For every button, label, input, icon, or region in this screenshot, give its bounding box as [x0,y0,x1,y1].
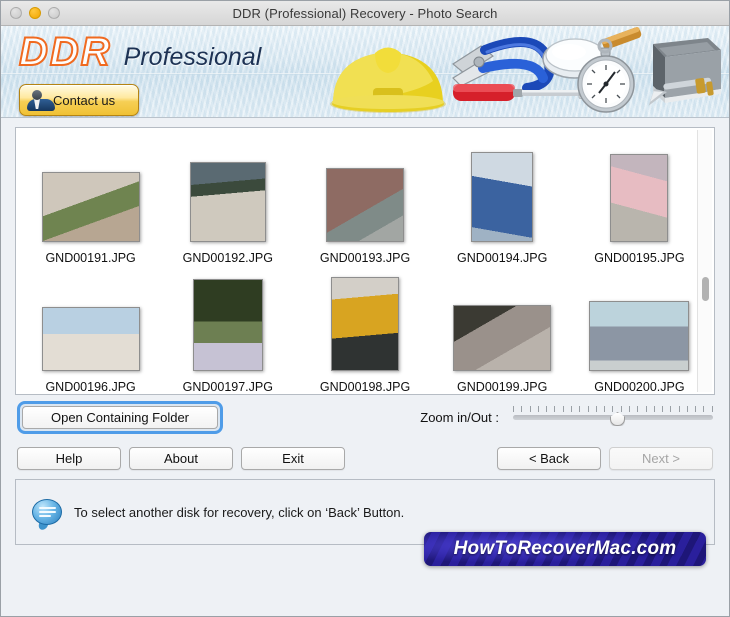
zoom-slider-tick [695,406,697,412]
thumbnail-row: GND00196.JPG GND00197.JPG GND00198.JPG G… [16,265,714,394]
help-button[interactable]: Help [17,446,121,470]
logo-professional-text: Professional [123,43,262,71]
zoom-slider-tick [546,406,548,412]
thumbnail-image[interactable] [326,168,404,242]
thumbnail-filename: GND00199.JPG [457,380,548,394]
thumbnail-item[interactable]: GND00193.JPG [296,136,433,265]
thumbnail-image[interactable] [589,301,690,371]
zoom-slider-tick [587,406,589,412]
hard-hat-icon [330,47,446,113]
thumbnail-filename: GND00192.JPG [182,251,273,265]
thumbnail-filename: GND00194.JPG [457,251,548,265]
thumbnail-filename: GND00196.JPG [45,380,136,394]
wizard-buttons: < Back Next > [497,446,713,470]
watermark-text: HowToRecoverMac.com [453,538,677,559]
thumbnail-item[interactable]: GND00198.JPG [296,265,433,394]
thumbnail-item[interactable]: GND00191.JPG [22,136,159,265]
zoom-slider-tick [645,406,647,412]
zoom-slider-tick [595,406,597,412]
thumbnail-image[interactable] [453,305,552,371]
logo-ddr-text: DDR [18,30,112,74]
app-header-banner: DDR Professional Contact us [1,26,729,118]
gallery-scrollbar-thumb[interactable] [702,276,709,301]
thumbnail-item[interactable]: GND00194.JPG [434,136,571,265]
gallery-controls-row: Open Containing Folder Zoom in/Out : [15,395,715,439]
status-message: To select another disk for recovery, cli… [74,504,405,520]
zoom-control: Zoom in/Out : [420,406,713,428]
zoom-slider-tick [637,406,639,412]
zoom-slider-tick [670,406,672,412]
thumbnail-row: GND00191.JPG GND00192.JPG GND00193.JPG G… [16,136,714,265]
thumbnail-filename: GND00200.JPG [594,380,685,394]
thumbnail-item[interactable]: GND00192.JPG [159,136,296,265]
zoom-slider-tick [703,406,705,412]
gallery-scrollbar[interactable] [697,130,712,392]
screwdriver-icon [453,84,592,101]
zoom-slider-tick [537,406,539,412]
user-avatar-icon [26,89,55,111]
thumbnail-filename: GND00191.JPG [45,251,136,265]
watermark-badge: HowToRecoverMac.com [424,532,706,566]
status-bar: To select another disk for recovery, cli… [15,479,715,566]
thumbnail-image[interactable] [331,277,399,371]
open-containing-folder-button[interactable]: Open Containing Folder [22,405,218,429]
contact-us-button[interactable]: Contact us [19,84,139,116]
zoom-slider-tick [513,406,514,412]
thumbnail-image[interactable] [189,162,266,242]
zoom-slider-tick [711,406,713,412]
zoom-slider-ticks [513,406,713,412]
window-title: DDR (Professional) Recovery - Photo Sear… [232,5,498,21]
header-tools-illustration [330,27,721,113]
zoom-slider-tick [562,406,564,412]
thumbnail-filename: GND00195.JPG [594,251,685,265]
thumbnail-item[interactable]: GND00195.JPG [571,136,708,265]
app-window: DDR (Professional) Recovery - Photo Sear… [0,0,730,617]
title-bar: DDR (Professional) Recovery - Photo Sear… [1,1,729,26]
zoom-slider[interactable] [513,406,713,428]
thumbnail-image[interactable] [610,154,669,242]
open-containing-folder-focus-ring: Open Containing Folder [17,400,223,434]
thumbnail-item[interactable]: GND00197.JPG [159,265,296,394]
thumbnail-image[interactable] [192,279,263,371]
zoom-slider-tick [521,406,523,412]
thumbnail-filename: GND00197.JPG [182,380,273,394]
zoom-slider-tick [628,406,630,412]
main-content: GND00191.JPG GND00192.JPG GND00193.JPG G… [1,118,729,616]
photo-gallery-panel: GND00191.JPG GND00192.JPG GND00193.JPG G… [15,127,715,395]
thumbnail-filename: GND00193.JPG [319,251,411,265]
zoom-slider-tick [529,406,531,412]
thumbnail-item[interactable]: GND00199.JPG [434,265,571,394]
zoom-slider-tick [686,406,688,412]
thumbnail-item[interactable]: GND00196.JPG [22,265,159,394]
zoom-slider-tick [612,406,614,412]
zoom-slider-tick [604,406,606,412]
thumbnail-item[interactable]: GND00200.JPG [571,265,708,394]
zoom-slider-tick [579,406,581,412]
thumbnail-filename: GND00198.JPG [319,380,411,394]
speech-bubble-icon [32,499,62,531]
exit-button[interactable]: Exit [241,446,345,470]
zoom-slider-tick [653,406,655,412]
zoom-slider-tick [678,406,680,412]
next-button: Next > [609,446,713,470]
brand-area: DDR Professional Contact us [18,30,262,116]
back-button[interactable]: < Back [497,446,601,470]
contact-us-label: Contact us [53,92,116,108]
zoom-slider-tick [662,406,664,412]
navigation-button-row: Help About Exit < Back Next > [15,439,715,477]
zoom-slider-tick [620,406,622,412]
thumbnail-image[interactable] [471,152,534,242]
about-button[interactable]: About [129,446,233,470]
pliers-icon [451,37,555,93]
zoom-label: Zoom in/Out : [420,409,499,425]
thumbnail-image[interactable] [41,307,140,371]
action-buttons: Help About Exit [17,446,345,470]
zoom-slider-tick [554,406,556,412]
zoom-slider-tick [570,406,572,412]
thumbnail-image[interactable] [41,172,140,242]
